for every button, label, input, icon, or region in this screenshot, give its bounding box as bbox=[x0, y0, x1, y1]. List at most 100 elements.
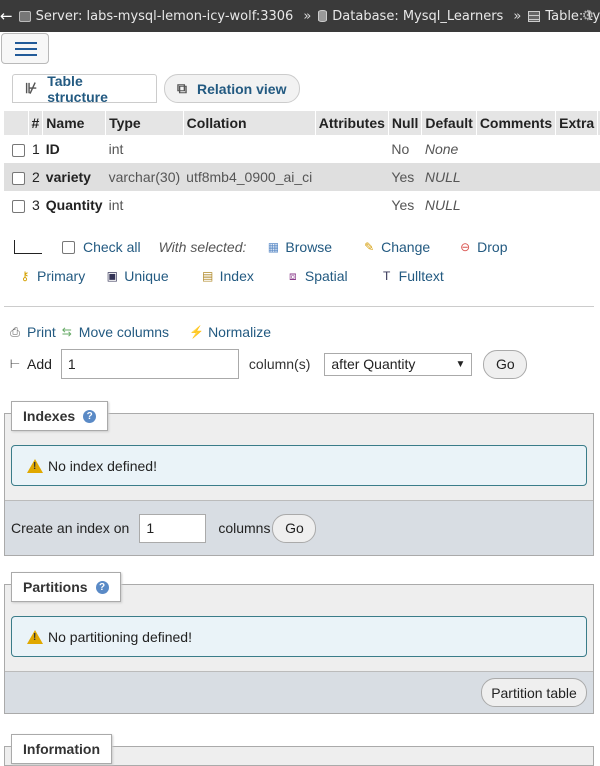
help-icon[interactable]: ? bbox=[95, 580, 109, 594]
fulltext-button[interactable]: T Fulltext bbox=[380, 268, 444, 284]
breadcrumb-database[interactable]: Database: Mysql_Learners bbox=[318, 9, 503, 24]
gear-icon[interactable]: ⚙ bbox=[581, 8, 594, 24]
add-column-go-button[interactable]: Go bbox=[483, 349, 528, 379]
tab-table-structure[interactable]: ⊮ Table structure bbox=[12, 73, 157, 105]
spatial-icon: ⧈ bbox=[289, 269, 297, 283]
column-type: varchar(30) bbox=[105, 163, 184, 191]
row-checkbox[interactable] bbox=[12, 171, 25, 185]
table-row: 1 ID int No None bbox=[4, 135, 600, 163]
print-button[interactable]: ⎙ Print bbox=[8, 324, 56, 340]
help-icon[interactable]: ? bbox=[83, 409, 97, 423]
add-column-label: Add bbox=[27, 356, 52, 372]
chevron-down-icon: ▼ bbox=[455, 358, 466, 370]
table-row: 2 variety varchar(30) utf8mb4_0900_ai_ci… bbox=[4, 163, 600, 191]
primary-button[interactable]: ⚷ Primary bbox=[18, 268, 86, 284]
column-default: NULL bbox=[421, 191, 477, 219]
information-section: Information bbox=[4, 734, 594, 766]
table-row: 3 Quantity int Yes NULL bbox=[4, 191, 600, 219]
check-all-label[interactable]: Check all bbox=[83, 239, 141, 255]
partition-bar: Partition table bbox=[5, 671, 593, 713]
move-columns-icon: ⇆ bbox=[61, 325, 72, 339]
key-icon: ⚷ bbox=[20, 269, 30, 283]
add-column-count-input[interactable]: 1 bbox=[60, 349, 239, 379]
column-attributes bbox=[315, 191, 389, 219]
navigation-menu-button[interactable] bbox=[1, 33, 49, 64]
browse-icon: ▦ bbox=[267, 240, 280, 254]
information-legend: Information bbox=[11, 734, 112, 764]
change-button[interactable]: ✎ Change bbox=[362, 239, 430, 255]
index-icon: ▤ bbox=[201, 269, 214, 283]
print-label: Print bbox=[27, 324, 56, 340]
tab-relation-view[interactable]: ⧉ Relation view bbox=[164, 74, 300, 103]
column-default: None bbox=[421, 135, 477, 163]
structure-tools: ⎙ Print ⇆ Move columns ⚡ Normalize bbox=[8, 324, 271, 340]
unique-button[interactable]: ▣ Unique bbox=[105, 268, 169, 284]
index-label: Index bbox=[219, 268, 254, 284]
normalize-button[interactable]: ⚡ Normalize bbox=[189, 324, 271, 340]
move-columns-label: Move columns bbox=[78, 324, 170, 340]
column-extra bbox=[555, 163, 598, 191]
breadcrumb-server[interactable]: Server: labs-mysql-lemon-icy-wolf:3306 bbox=[18, 8, 294, 24]
column-header: # bbox=[28, 111, 44, 135]
warning-icon bbox=[27, 629, 43, 644]
column-name: variety bbox=[42, 163, 106, 191]
partition-table-button[interactable]: Partition table bbox=[481, 678, 587, 707]
browse-button[interactable]: ▦ Browse bbox=[266, 239, 332, 255]
column-extra bbox=[555, 191, 598, 219]
index-button[interactable]: ▤ Index bbox=[201, 268, 254, 284]
column-comments bbox=[476, 135, 556, 163]
column-default: NULL bbox=[421, 163, 477, 191]
breadcrumb-database-label: Database: Mysql_Learners bbox=[332, 8, 504, 24]
spatial-button[interactable]: ⧈ Spatial bbox=[286, 268, 348, 284]
indexes-section: Indexes ? No index defined! Create an in… bbox=[4, 401, 594, 556]
warning-icon bbox=[27, 458, 43, 473]
unique-label: Unique bbox=[124, 268, 169, 284]
row-number: 3 bbox=[28, 191, 43, 219]
column-header-select bbox=[4, 111, 29, 135]
print-icon: ⎙ bbox=[10, 325, 20, 339]
columns-table: # Name Type Collation Attributes Null De… bbox=[4, 111, 600, 219]
primary-label: Primary bbox=[37, 268, 86, 284]
move-columns-button[interactable]: ⇆ Move columns bbox=[60, 324, 169, 340]
column-type: int bbox=[105, 191, 184, 219]
column-position-select[interactable]: after Quantity ▼ bbox=[324, 352, 473, 376]
back-arrow-icon[interactable]: ← bbox=[0, 7, 13, 25]
change-label: Change bbox=[381, 239, 431, 255]
pencil-icon: ✎ bbox=[364, 240, 375, 254]
indexes-title: Indexes bbox=[23, 408, 76, 424]
indexes-legend: Indexes ? bbox=[11, 401, 109, 431]
check-all-checkbox[interactable] bbox=[62, 240, 75, 254]
partitions-title: Partitions bbox=[23, 579, 88, 595]
create-index-go-button[interactable]: Go bbox=[272, 513, 317, 543]
bulk-actions: Check all With selected: ▦ Browse ✎ Chan… bbox=[14, 238, 508, 285]
drop-button[interactable]: ⊖ Drop bbox=[458, 239, 507, 255]
column-collation bbox=[183, 191, 316, 219]
row-checkbox[interactable] bbox=[12, 143, 25, 157]
column-comments bbox=[476, 163, 556, 191]
table-icon bbox=[528, 10, 541, 22]
hamburger-icon-bar bbox=[15, 54, 37, 56]
column-comments bbox=[476, 191, 556, 219]
column-position-value: after Quantity bbox=[331, 356, 416, 372]
column-header: Type bbox=[105, 111, 184, 135]
breadcrumb-server-label: Server: labs-mysql-lemon-icy-wolf:3306 bbox=[35, 8, 294, 24]
add-column-icon: ⊢ bbox=[9, 357, 21, 371]
tab-label: Relation view bbox=[197, 80, 287, 97]
column-header: Attributes bbox=[315, 111, 389, 135]
normalize-label: Normalize bbox=[208, 324, 272, 340]
information-title: Information bbox=[23, 741, 100, 757]
add-column-row: ⊢ Add 1 column(s) after Quantity ▼ Go bbox=[8, 349, 528, 379]
hamburger-icon bbox=[15, 42, 37, 44]
create-index-label: Create an index on bbox=[11, 520, 130, 536]
column-attributes bbox=[315, 163, 389, 191]
column-attributes bbox=[315, 135, 389, 163]
column-type: int bbox=[105, 135, 184, 163]
column-header: Name bbox=[42, 111, 107, 135]
column-extra bbox=[555, 135, 598, 163]
index-column-count-input[interactable]: 1 bbox=[139, 513, 207, 543]
row-checkbox[interactable] bbox=[12, 199, 25, 213]
drop-label: Drop bbox=[477, 239, 508, 255]
partitions-section: Partitions ? No partitioning defined! Pa… bbox=[4, 572, 594, 714]
create-index-bar: Create an index on 1 columns Go bbox=[5, 500, 593, 555]
column-header: Null bbox=[388, 111, 423, 135]
